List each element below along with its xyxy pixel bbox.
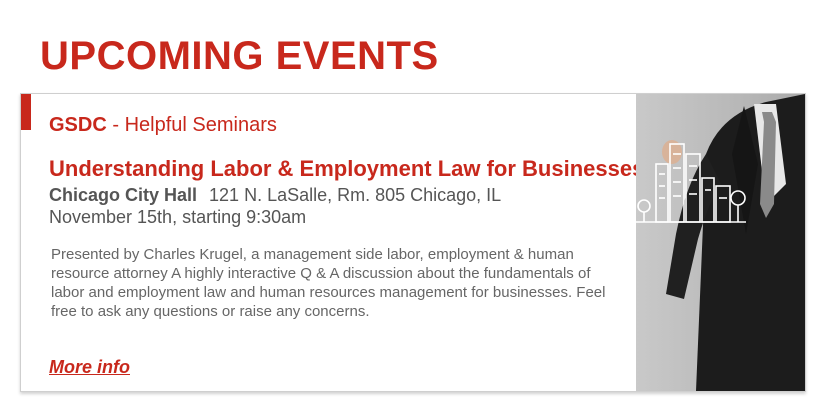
page-title: UPCOMING EVENTS: [40, 34, 439, 78]
event-series: GSDC - Helpful Seminars: [49, 114, 277, 137]
event-venue: Chicago City Hall: [49, 185, 198, 205]
series-name: - Helpful Seminars: [112, 114, 277, 136]
series-org: GSDC: [49, 114, 107, 136]
event-address: 121 N. LaSalle, Rm. 805 Chicago, IL: [209, 185, 502, 205]
event-location: Chicago City Hall 121 N. LaSalle, Rm. 805…: [49, 185, 501, 206]
more-info-link[interactable]: More info: [49, 357, 130, 378]
event-description: Presented by Charles Krugel, a managemen…: [51, 246, 606, 320]
event-datetime: November 15th, starting 9:30am: [49, 207, 307, 227]
event-card: GSDC - Helpful Seminars Understanding La…: [20, 93, 806, 392]
event-title: Understanding Labor & Employment Law for…: [49, 156, 645, 181]
event-photo: [636, 94, 805, 391]
accent-bar: [21, 94, 31, 130]
